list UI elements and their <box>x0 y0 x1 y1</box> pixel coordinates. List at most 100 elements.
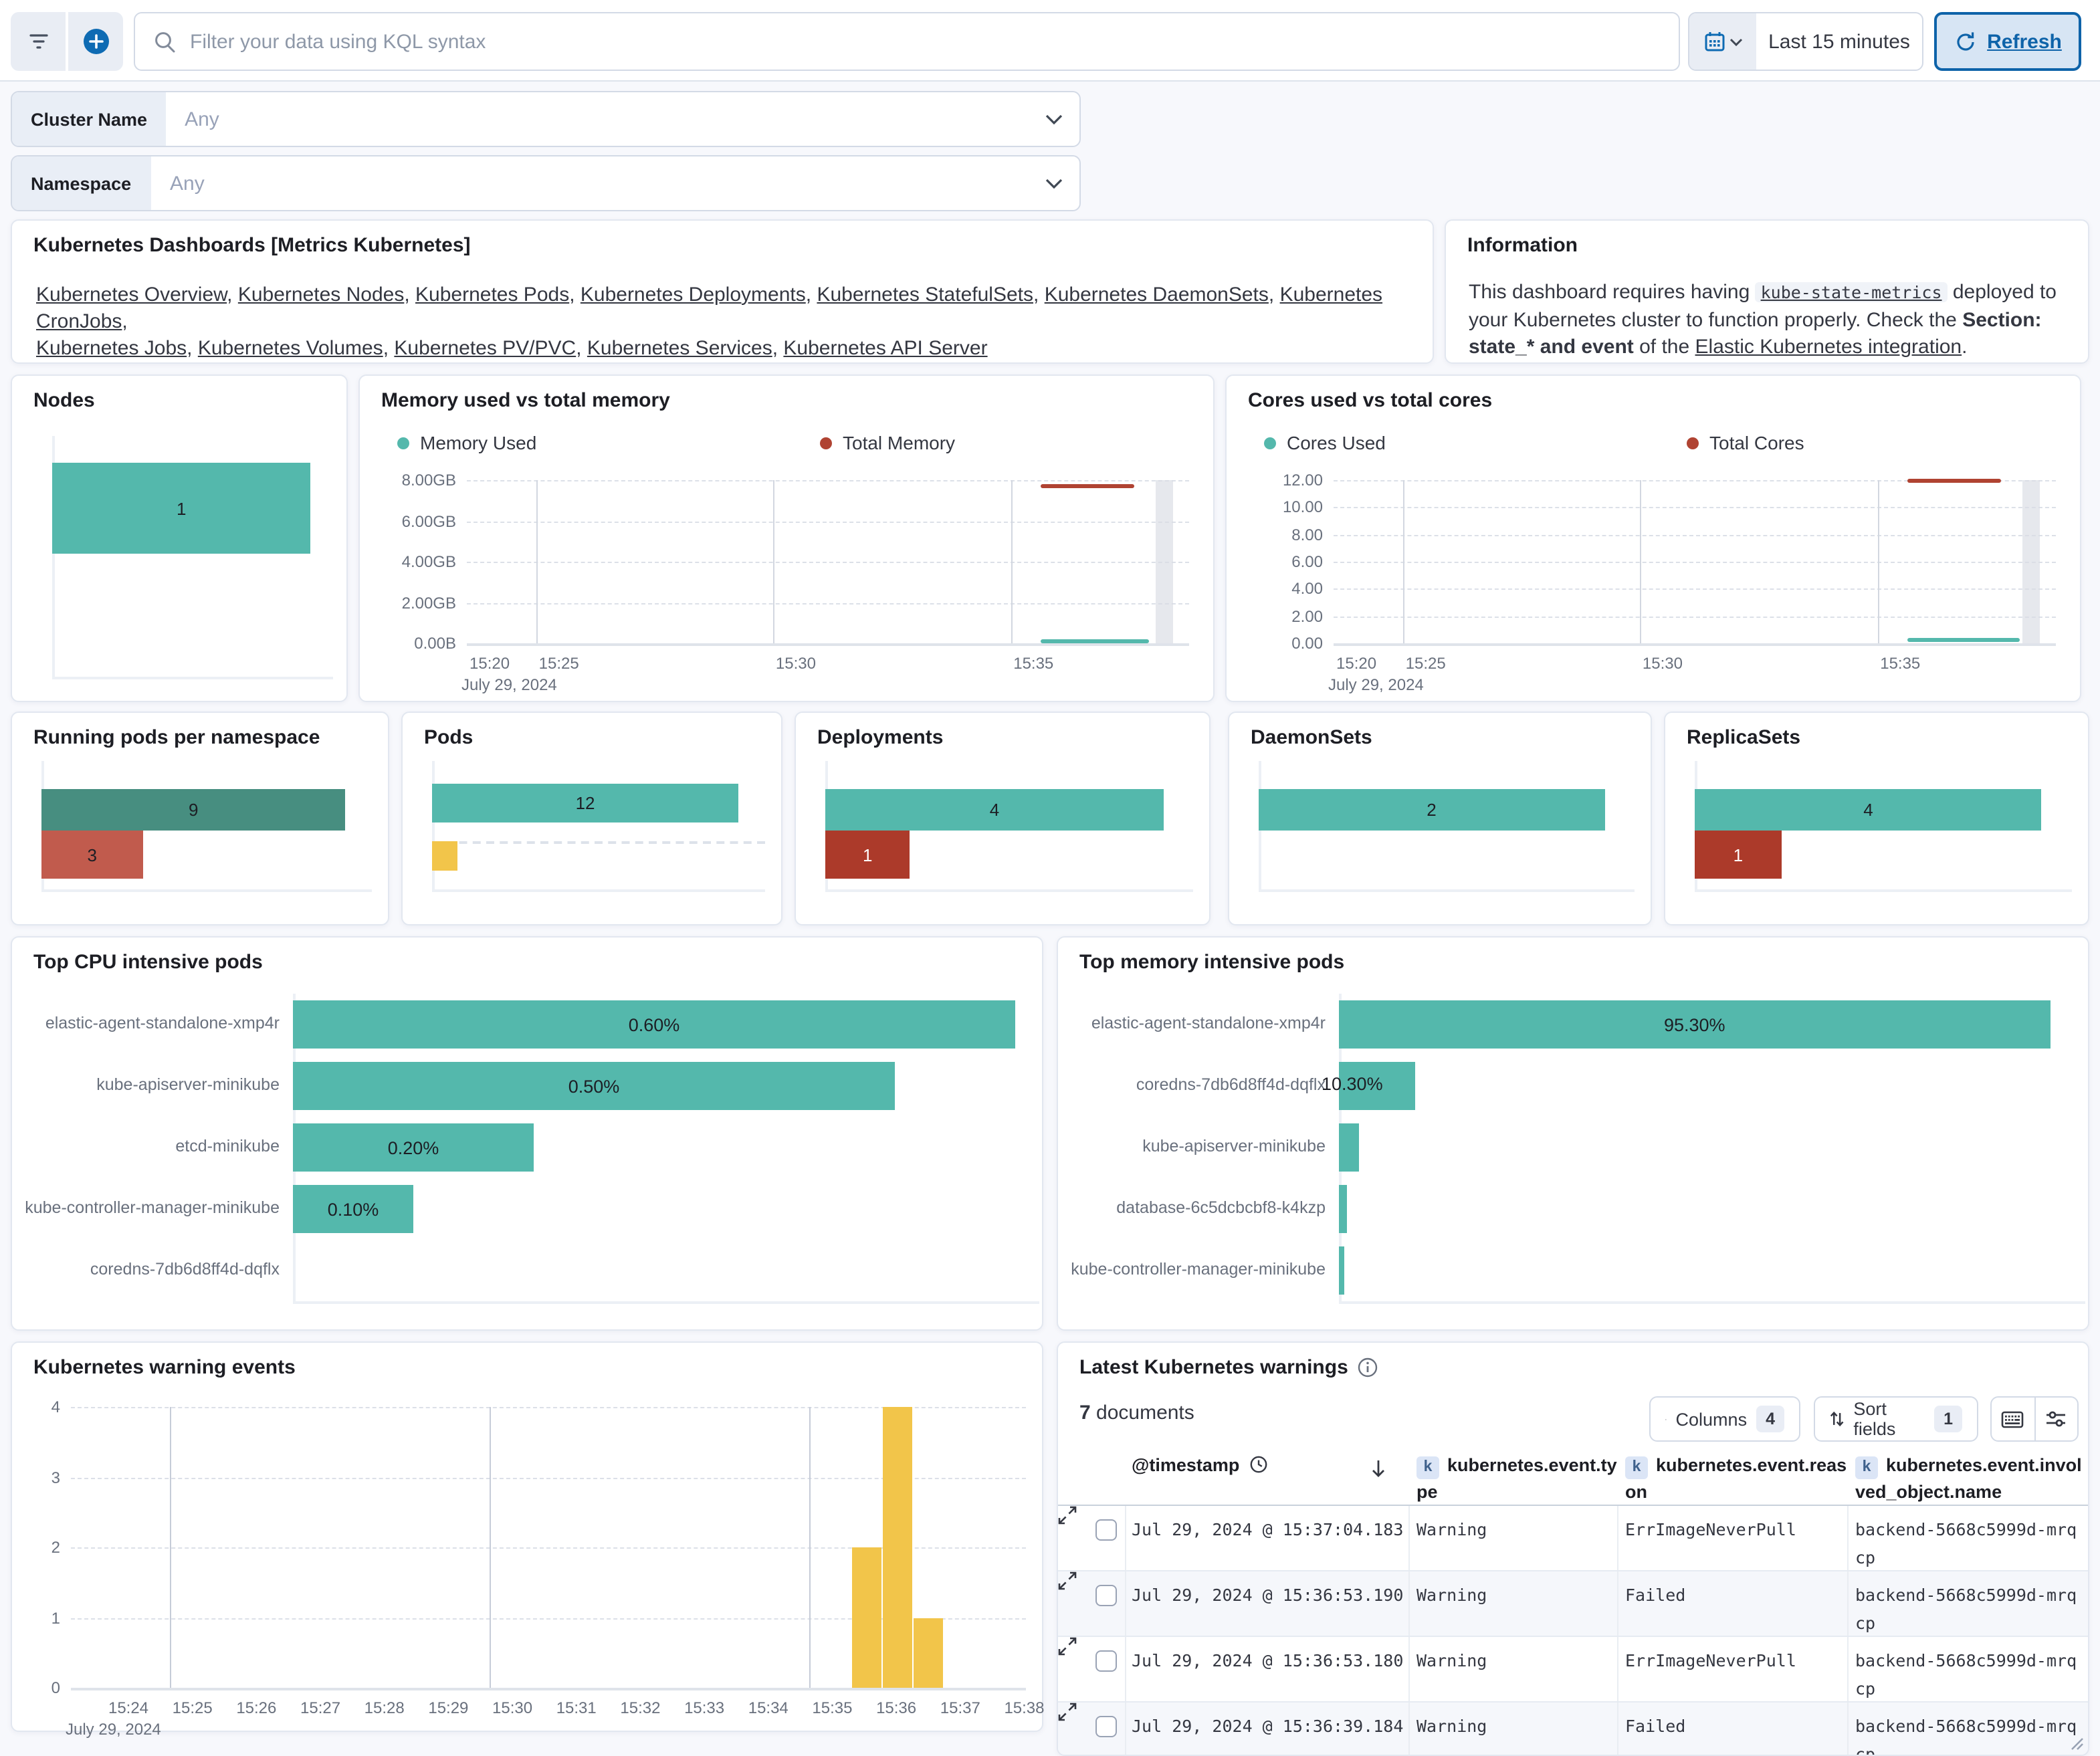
x-axis-label: 15:33 <box>684 1698 724 1717</box>
cell-timestamp: Jul 29, 2024 @ 15:37:04.183 <box>1132 1515 1406 1543</box>
cell-event-type: Warning <box>1416 1515 1617 1543</box>
dashboard-link[interactable]: Kubernetes API Server <box>783 337 987 360</box>
clock-icon <box>1250 1455 1269 1474</box>
column-divider <box>1125 1637 1126 1701</box>
y-axis-label: 12.00 <box>1227 471 1323 489</box>
x-axis-line <box>825 889 1193 892</box>
top-cpu-bar: 0.20% <box>293 1123 534 1172</box>
column-divider <box>1408 1506 1410 1570</box>
kibana-kubernetes-dashboard: Filter your data using KQL syntax Last 1… <box>0 0 2100 1743</box>
x-axis-line <box>71 1688 1026 1690</box>
x-axis-line <box>1259 889 1635 892</box>
row-checkbox[interactable] <box>1095 1716 1117 1737</box>
cluster-name-value: Any <box>166 92 1045 146</box>
resize-handle[interactable] <box>2068 1735 2084 1751</box>
x-axis-line <box>1339 1301 2085 1304</box>
warning-events-bar <box>914 1618 944 1688</box>
sort-count-badge: 1 <box>1934 1406 1962 1432</box>
sort-descending-icon[interactable] <box>1368 1458 1388 1479</box>
info-text: of the <box>1634 336 1695 358</box>
panel-deployments: Deployments 41 <box>795 711 1211 925</box>
info-text: This dashboard requires having <box>1469 281 1756 304</box>
row-checkbox[interactable] <box>1095 1585 1117 1606</box>
elastic-kubernetes-integration-link[interactable]: Elastic Kubernetes integration <box>1695 336 1962 358</box>
dashboard-link[interactable]: Kubernetes PV/PVC <box>394 337 576 360</box>
fullscreen-button[interactable] <box>1992 1398 2034 1440</box>
y-axis-label: 2 <box>12 1538 60 1557</box>
y-axis-label: 0 <box>12 1678 60 1697</box>
column-header-involved-object[interactable]: kkubernetes.event.involved_object.name <box>1855 1452 2083 1505</box>
column-divider <box>1617 1506 1618 1570</box>
sort-fields-label: Sort fields <box>1853 1399 1925 1439</box>
date-label: July 29, 2024 <box>461 675 557 694</box>
cluster-name-filter[interactable]: Cluster Name Any <box>11 91 1081 147</box>
dashboard-link[interactable]: Kubernetes Volumes <box>198 337 383 360</box>
sort-icon <box>1830 1410 1844 1428</box>
kql-search-input[interactable]: Filter your data using KQL syntax <box>134 12 1680 71</box>
filter-menu-button[interactable] <box>11 12 66 71</box>
dashboard-link[interactable]: Kubernetes Pods <box>415 284 569 306</box>
replicasets-bar: 1 <box>1695 831 1782 879</box>
filter-icon <box>27 32 49 51</box>
row-checkbox[interactable] <box>1095 1650 1117 1672</box>
x-axis-label: 15:30 <box>492 1698 532 1717</box>
display-options-button[interactable] <box>2035 1398 2077 1440</box>
gridline <box>773 480 774 643</box>
panel-title: Information <box>1467 234 1578 257</box>
x-axis-label: 15:30 <box>776 654 816 673</box>
info-icon[interactable] <box>1358 1357 1378 1378</box>
dashboard-link[interactable]: Kubernetes Jobs <box>36 337 187 360</box>
sliders-icon <box>2045 1410 2067 1428</box>
column-header-event-reason[interactable]: kkubernetes.event.reason <box>1625 1452 1850 1505</box>
cell-event-reason: ErrImageNeverPull <box>1625 1515 1850 1543</box>
panel-dashboard-links: Kubernetes Dashboards [Metrics Kubernete… <box>11 219 1434 364</box>
column-header-event-type[interactable]: kkubernetes.event.type <box>1416 1452 1620 1505</box>
x-axis-label: 15:20 <box>1336 654 1376 673</box>
query-toolbar: Filter your data using KQL syntax Last 1… <box>0 0 2100 82</box>
kube-state-metrics-link[interactable]: kube-state-metrics <box>1756 282 1948 302</box>
top-cpu-bar: 0.60% <box>293 1000 1015 1049</box>
calendar-button[interactable] <box>1689 13 1756 70</box>
x-axis-line <box>52 677 333 679</box>
x-axis-label: 15:30 <box>1643 654 1683 673</box>
columns-button[interactable]: Columns 4 <box>1649 1396 1800 1442</box>
nodes-chart: 1 <box>12 376 346 701</box>
top-memory-bar <box>1339 1185 1346 1233</box>
column-header-timestamp[interactable]: @timestamp <box>1132 1452 1406 1478</box>
info-text: . <box>1962 336 1967 358</box>
row-checkbox[interactable] <box>1095 1519 1117 1541</box>
dashboard-link[interactable]: Kubernetes Nodes <box>238 284 405 306</box>
gridline <box>1334 616 2056 617</box>
dashboard-link[interactable]: Kubernetes DaemonSets <box>1045 284 1269 306</box>
add-filter-button[interactable] <box>68 12 123 71</box>
search-icon <box>154 30 177 53</box>
dashboard-link[interactable]: Kubernetes Overview <box>36 284 227 306</box>
refresh-label: Refresh <box>1987 30 2062 53</box>
gridline <box>1334 562 2056 563</box>
y-axis-label: 2.00 <box>1227 607 1323 625</box>
x-axis-line <box>432 889 765 892</box>
dashboard-link[interactable]: Kubernetes StatefulSets <box>817 284 1033 306</box>
column-divider <box>1408 1571 1410 1636</box>
cell-timestamp: Jul 29, 2024 @ 15:36:39.184 <box>1132 1712 1406 1740</box>
refresh-button[interactable]: Refresh <box>1934 12 2081 71</box>
y-axis-label: 4.00 <box>1227 580 1323 598</box>
deployments-chart: 41 <box>796 713 1209 924</box>
keyword-field-icon: k <box>1855 1456 1878 1479</box>
x-axis-label: 15:28 <box>364 1698 405 1717</box>
replicasets-bar: 4 <box>1695 789 2042 831</box>
dashboard-link[interactable]: Kubernetes Deployments <box>581 284 806 306</box>
x-axis-label: 15:29 <box>428 1698 468 1717</box>
gridline <box>1334 508 2056 509</box>
x-axis-line <box>1695 889 2072 892</box>
sort-fields-button[interactable]: Sort fields 1 <box>1814 1396 1978 1442</box>
dashboard-link[interactable]: Kubernetes Services <box>587 337 772 360</box>
time-range-value[interactable]: Last 15 minutes <box>1756 13 1922 70</box>
namespace-filter[interactable]: Namespace Any <box>11 155 1081 211</box>
running-pods-bar: 3 <box>41 831 142 879</box>
panel-latest-warnings: Latest Kubernetes warnings 7 documents C… <box>1057 1341 2089 1756</box>
panel-replicasets: ReplicaSets 41 <box>1664 711 2089 925</box>
x-axis-label: 15:24 <box>108 1698 148 1717</box>
gridline <box>170 1407 171 1688</box>
panel-pods: Pods 12 <box>401 711 782 925</box>
